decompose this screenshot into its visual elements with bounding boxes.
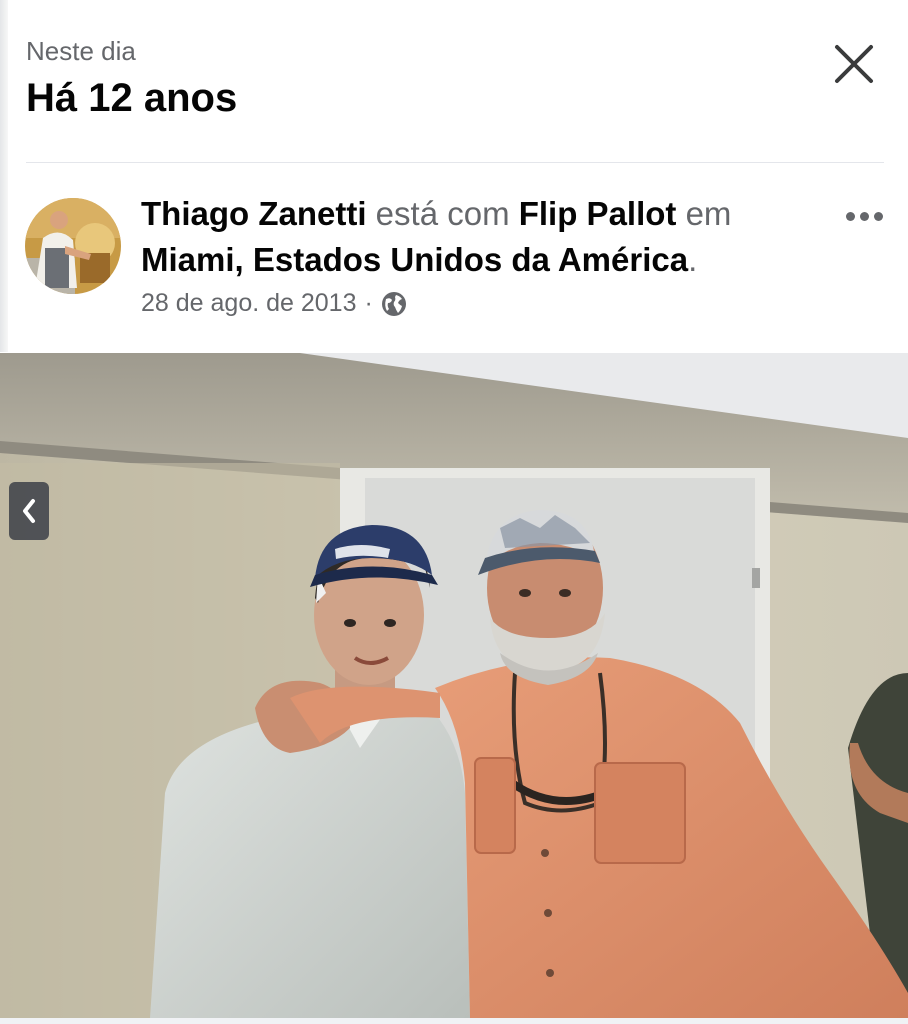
close-button[interactable] bbox=[826, 36, 882, 92]
author-avatar[interactable] bbox=[25, 198, 121, 294]
post-date[interactable]: 28 de ago. de 2013 bbox=[141, 289, 356, 318]
avatar-image bbox=[25, 198, 121, 294]
location-link[interactable]: Miami, Estados Unidos da América bbox=[141, 241, 688, 278]
post-header: Thiago Zanetti está com Flip Pallot em M… bbox=[0, 163, 908, 353]
meta-separator: · bbox=[364, 289, 373, 317]
header-subtitle: Neste dia bbox=[26, 36, 136, 66]
bottom-separator bbox=[0, 1018, 908, 1024]
photo-image bbox=[0, 353, 908, 1018]
author-name-link[interactable]: Thiago Zanetti bbox=[141, 195, 367, 232]
memory-header: Neste dia Há 12 anos bbox=[0, 0, 908, 163]
with-text: está com bbox=[375, 195, 510, 232]
post-description: Thiago Zanetti está com Flip Pallot em M… bbox=[141, 191, 821, 283]
close-icon bbox=[835, 45, 873, 83]
header-title: Há 12 anos bbox=[26, 76, 238, 120]
end-punctuation: . bbox=[688, 241, 698, 278]
chevron-left-icon bbox=[23, 499, 35, 523]
previous-photo-button[interactable] bbox=[9, 482, 49, 540]
globe-icon bbox=[381, 291, 406, 316]
more-options-button[interactable] bbox=[838, 201, 890, 231]
post-meta: 28 de ago. de 2013 · bbox=[141, 289, 407, 318]
in-text: em bbox=[685, 195, 732, 232]
post-photo[interactable] bbox=[0, 353, 908, 1018]
tagged-person-link[interactable]: Flip Pallot bbox=[519, 195, 677, 232]
more-options-icon bbox=[845, 211, 855, 221]
